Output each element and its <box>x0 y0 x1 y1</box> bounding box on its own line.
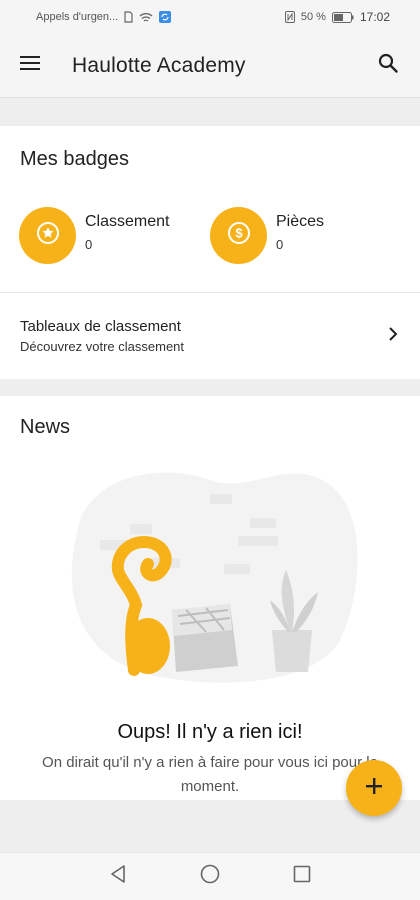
svg-text:$: $ <box>235 226 243 241</box>
badge-icon-circle <box>19 207 76 264</box>
dollar-icon: $ <box>227 222 250 249</box>
menu-icon <box>20 55 40 76</box>
recents-icon <box>293 865 311 888</box>
badge-value: 0 <box>276 237 284 252</box>
status-bar: Appels d'urgen... 50 % 17:02 <box>0 0 420 34</box>
battery-icon <box>331 11 354 23</box>
empty-state-title: Oups! Il n'y a rien ici! <box>117 721 303 743</box>
nav-back-button[interactable] <box>106 865 130 889</box>
system-nav-bar <box>0 852 420 900</box>
nav-recents-button[interactable] <box>290 865 314 889</box>
nfc-icon <box>284 11 295 23</box>
badge-text: Classement 0 <box>85 213 169 252</box>
battery-percent: 50 % <box>300 11 326 23</box>
news-section-title: News <box>20 416 71 438</box>
search-icon <box>378 53 398 78</box>
badge-icon-circle: $ <box>210 207 267 264</box>
badges-section-title: Mes badges <box>20 148 129 170</box>
empty-state-subtitle: On dirait qu'il n'y a rien à faire pour … <box>42 754 378 795</box>
badge-text: Pièces 0 <box>276 213 324 252</box>
badge-label: Classement <box>85 213 170 230</box>
badge-label: Pièces <box>276 213 325 230</box>
app-bar: Haulotte Academy <box>0 34 420 98</box>
clock: 17:02 <box>359 10 390 24</box>
page-title: Haulotte Academy <box>72 53 246 77</box>
menu-button[interactable] <box>0 34 60 98</box>
star-icon <box>36 222 59 249</box>
carrier-text: Appels d'urgen... <box>36 11 119 23</box>
leaderboard-subtitle: Découvrez votre classement <box>20 339 185 354</box>
leaderboard-title: Tableaux de classement <box>20 318 181 335</box>
status-right: 50 % 17:02 <box>284 10 390 24</box>
add-button[interactable] <box>346 760 402 816</box>
badge-value: 0 <box>85 237 93 252</box>
back-icon <box>109 864 127 889</box>
wifi-icon <box>139 12 153 23</box>
chevron-right-icon <box>388 326 398 347</box>
leaderboard-row[interactable]: Tableaux de classement Découvrez votre c… <box>0 293 420 379</box>
home-icon <box>200 864 220 889</box>
plus-icon <box>365 777 383 800</box>
empty-state-illustration <box>71 472 358 683</box>
sim-icon <box>124 11 133 23</box>
nav-home-button[interactable] <box>198 864 222 889</box>
sync-icon <box>159 11 172 23</box>
news-card: News Oups! Il n'y a rien ici! On dirait … <box>0 396 420 800</box>
search-button[interactable] <box>356 34 420 98</box>
badge-classement[interactable]: Classement 0 <box>19 207 169 264</box>
badges-card: Mes badges Classement 0 $ Pièces 0 Table… <box>0 126 420 379</box>
status-left: Appels d'urgen... <box>36 11 172 23</box>
badge-pieces[interactable]: $ Pièces 0 <box>210 207 324 264</box>
